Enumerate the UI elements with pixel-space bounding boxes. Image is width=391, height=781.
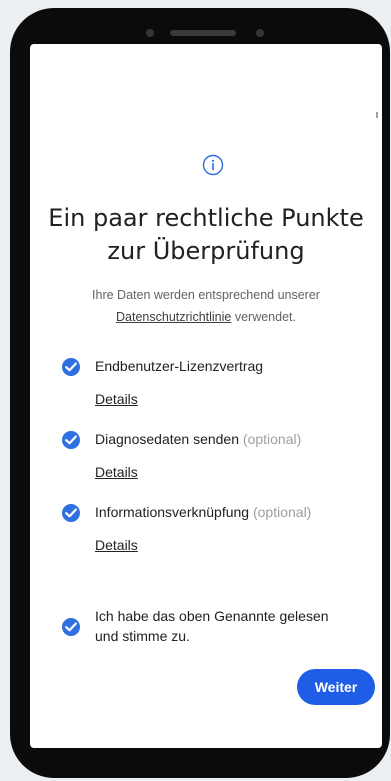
- eula-label: Endbenutzer-Lizenzvertrag: [95, 358, 264, 374]
- agree-checkbox[interactable]: [62, 618, 80, 636]
- diagnostics-details-link[interactable]: Details: [95, 463, 138, 481]
- agree-label: Ich habe das oben Genannte gelesen und s…: [95, 608, 329, 644]
- info-icon: [202, 154, 224, 176]
- check-icon: [65, 508, 77, 518]
- check-icon: [65, 362, 77, 372]
- sensor-icon: [256, 29, 264, 37]
- check-icon: [65, 622, 77, 632]
- check-icon: [65, 435, 77, 445]
- page-title: Ein paar rechtliche Punkte zur Überprüfu…: [30, 202, 382, 268]
- speaker-grille: [170, 30, 236, 36]
- title-line-2: zur Überprüfung: [107, 237, 305, 265]
- diagnostics-checkbox[interactable]: [62, 431, 80, 449]
- info-linking-details-link[interactable]: Details: [95, 536, 138, 554]
- info-linking-checkbox[interactable]: [62, 504, 80, 522]
- title-line-1: Ein paar rechtliche Punkte: [48, 204, 364, 232]
- privacy-notice-suffix: verwendet.: [231, 310, 296, 324]
- next-button[interactable]: Weiter: [297, 669, 375, 705]
- privacy-policy-link[interactable]: Datenschutzrichtlinie: [116, 310, 231, 324]
- phone-frame: Ein paar rechtliche Punkte zur Überprüfu…: [10, 8, 390, 778]
- info-linking-label: Informationsverknüpfung (optional): [95, 504, 312, 520]
- eula-checkbox[interactable]: [62, 358, 80, 376]
- screen: Ein paar rechtliche Punkte zur Überprüfu…: [30, 44, 382, 748]
- camera-icon: [146, 29, 154, 37]
- privacy-notice-text: Ihre Daten werden entsprechend unserer: [92, 288, 320, 302]
- eula-details-link[interactable]: Details: [95, 390, 138, 408]
- privacy-notice: Ihre Daten werden entsprechend unserer D…: [58, 284, 354, 328]
- diagnostics-label: Diagnosedaten senden (optional): [95, 431, 302, 447]
- edge-indicator: [376, 112, 378, 118]
